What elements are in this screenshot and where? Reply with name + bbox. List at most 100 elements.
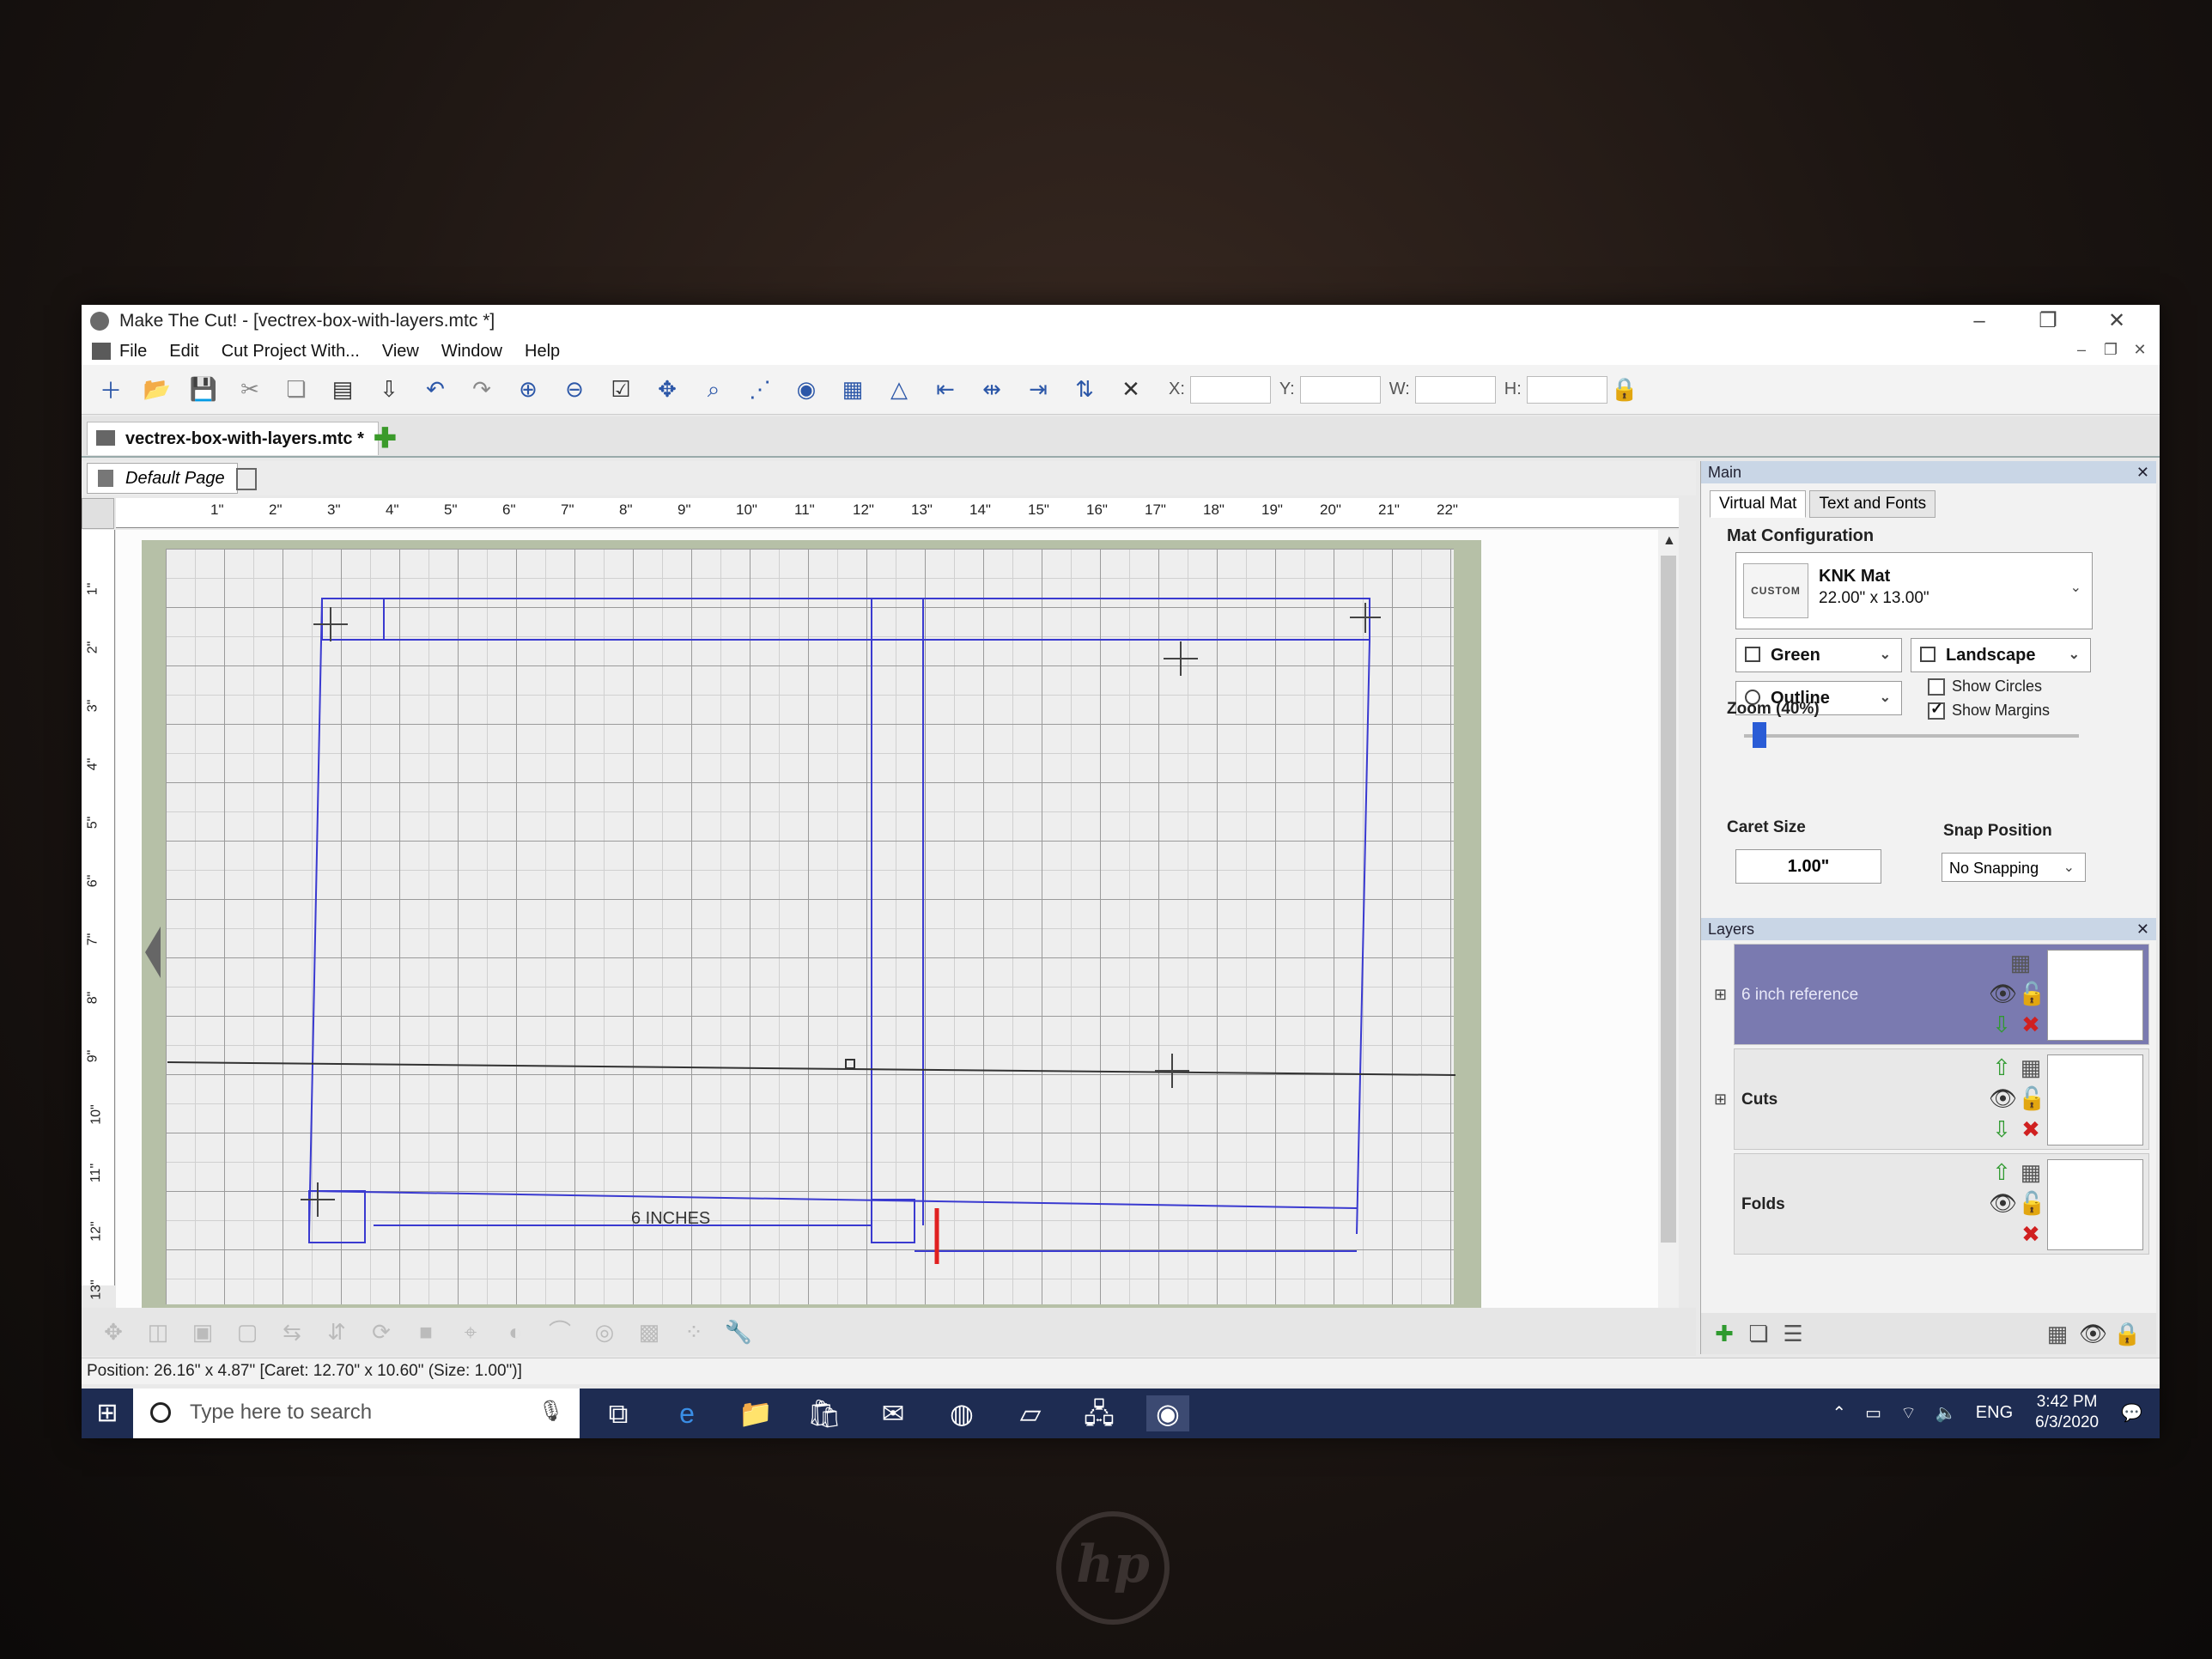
chrome-icon[interactable]: ◍ — [940, 1395, 983, 1431]
scroll-up-icon[interactable]: ▲ — [1662, 533, 1676, 549]
expand-icon[interactable]: ⊞ — [1714, 986, 1727, 1004]
offset-icon[interactable]: ◎ — [590, 1317, 619, 1346]
left-edge-path[interactable] — [308, 598, 323, 1235]
show-margins-checkbox[interactable]: Show Margins — [1928, 700, 2050, 720]
redo-icon[interactable]: ↷ — [465, 373, 499, 407]
lock-icon[interactable]: 🔓 — [2018, 981, 2045, 1006]
group-icon[interactable]: ▣ — [188, 1317, 217, 1346]
lock-icon[interactable]: 🔓 — [2018, 1085, 2045, 1111]
mdi-restore-button[interactable]: ❐ — [2096, 341, 2125, 359]
show-circles-box[interactable] — [1928, 678, 1945, 696]
move-up-icon[interactable]: ⇧ — [1989, 1159, 2014, 1185]
align-left-icon[interactable]: ⇤ — [928, 373, 963, 407]
canvas-area[interactable]: 6 INCHES ▲ ▼ — [116, 530, 1679, 1337]
delete-layer-icon[interactable]: ✖ — [2018, 1012, 2044, 1037]
ruler-corner[interactable] — [82, 498, 114, 529]
w-input[interactable] — [1414, 375, 1496, 404]
flip-horizontal-icon[interactable]: ⇆ — [277, 1317, 307, 1346]
paste-icon[interactable]: ▤ — [325, 373, 360, 407]
tray-chevron-up-icon[interactable]: ⌃ — [1832, 1402, 1846, 1424]
preview-icon[interactable]: ☑ — [604, 373, 638, 407]
bottom-flap-top-path[interactable] — [308, 1190, 1358, 1209]
add-document-icon[interactable]: ✚ — [374, 424, 397, 452]
shadow-icon[interactable]: ◐ — [501, 1317, 530, 1346]
notifications-icon[interactable]: 💬 — [2121, 1402, 2142, 1424]
clock[interactable]: 3:42 PM 6/3/2020 — [2035, 1392, 2099, 1433]
windows-start-icon[interactable]: ⊞ — [82, 1389, 133, 1438]
mdi-close-button[interactable]: ✕ — [2125, 341, 2154, 359]
tab-text-and-fonts[interactable]: Text and Fonts — [1809, 490, 1936, 518]
delete-layer-icon[interactable]: ✖ — [2018, 1221, 2044, 1247]
import-icon[interactable]: ⇩ — [372, 373, 406, 407]
delete-layer-icon[interactable]: ✖ — [2018, 1116, 2044, 1142]
node-edit-icon[interactable]: ⋰ — [743, 373, 777, 407]
lock-icon[interactable]: 🔓 — [2018, 1190, 2045, 1216]
h-input[interactable] — [1526, 375, 1607, 404]
top-mid-tab-path[interactable] — [871, 598, 924, 641]
open-folder-icon[interactable]: 📂 — [140, 373, 174, 407]
pointer-tool-icon[interactable]: ✥ — [99, 1317, 128, 1346]
orientation-select[interactable]: Landscape ⌄ — [1911, 638, 2091, 672]
zoom-out-icon[interactable]: ⊖ — [557, 373, 592, 407]
six-inch-label[interactable]: 6 INCHES — [631, 1209, 710, 1228]
art-icon[interactable]: ◉ — [789, 373, 823, 407]
layer-properties-icon[interactable]: ☰ — [1780, 1321, 1806, 1346]
copy-icon[interactable]: ❏ — [279, 373, 313, 407]
add-page-icon[interactable] — [236, 468, 257, 490]
rotate-icon[interactable]: ⟳ — [367, 1317, 396, 1346]
restore-button[interactable]: ❐ — [2014, 305, 2082, 337]
save-icon[interactable]: 💾 — [186, 373, 221, 407]
align-center-icon[interactable]: ⇹ — [975, 373, 1009, 407]
zoom-in-icon[interactable]: ⊕ — [511, 373, 545, 407]
show-margins-box[interactable] — [1928, 700, 1945, 720]
menu-help[interactable]: Help — [525, 342, 560, 362]
align-right-icon[interactable]: ⇥ — [1021, 373, 1055, 407]
document-tab[interactable]: vectrex-box-with-layers.mtc * — [87, 422, 379, 455]
top-flap-path[interactable] — [321, 598, 1370, 641]
language-indicator[interactable]: ENG — [1976, 1403, 2013, 1423]
zoom-fit-icon[interactable]: ⌕ — [696, 373, 731, 407]
design-canvas[interactable]: 6 INCHES — [116, 530, 1679, 1337]
undo-icon[interactable]: ↶ — [418, 373, 453, 407]
task-view-icon[interactable]: ⧉ — [597, 1395, 640, 1431]
zoom-slider-track[interactable] — [1744, 734, 2079, 738]
microphone-icon[interactable]: 🎙 — [538, 1399, 564, 1424]
lock-ratio-icon[interactable]: 🔒 — [1607, 373, 1642, 407]
show-circles-checkbox[interactable]: Show Circles — [1928, 678, 2042, 696]
move-down-icon[interactable]: ⇩ — [1989, 1012, 2014, 1037]
mdi-minimize-button[interactable]: – — [2067, 341, 2096, 359]
select-tool-icon[interactable]: ✥ — [650, 373, 684, 407]
battery-icon[interactable]: ▭ — [1865, 1402, 1881, 1424]
close-small-icon[interactable]: ✕ — [1114, 373, 1148, 407]
wrench-icon[interactable]: 🔧 — [724, 1317, 753, 1346]
layer-grid-icon[interactable]: ▦ — [2008, 950, 2033, 975]
volume-icon[interactable]: 🔈 — [1936, 1402, 1957, 1424]
trace-icon[interactable]: ⌖ — [456, 1317, 485, 1346]
layer-grid-icon[interactable]: ▦ — [2018, 1159, 2044, 1185]
lock-all-icon[interactable]: 🔒 — [2113, 1321, 2141, 1346]
document-menu-icon[interactable] — [92, 343, 111, 360]
snap-position-select[interactable]: No Snapping ⌄ — [1942, 853, 2086, 882]
move-down-icon[interactable]: ⇩ — [1989, 1116, 2014, 1142]
store-icon[interactable]: 🛍 — [803, 1395, 846, 1431]
duplicate-layer-icon[interactable]: ❏ — [1746, 1321, 1771, 1346]
zoom-slider-thumb[interactable] — [1753, 722, 1766, 748]
mat-color-select[interactable]: Green ⌄ — [1735, 638, 1902, 672]
layer-grid-icon[interactable]: ▦ — [2018, 1054, 2044, 1080]
layer-row-cuts[interactable]: ⊞ Cuts ⇧ ▦ 👁 🔓 ⇩ ✖ — [1714, 1048, 2149, 1150]
sort-icon[interactable]: ⇅ — [1067, 373, 1102, 407]
layer-row-folds[interactable]: Folds ⇧ ▦ 👁 🔓 ✖ — [1734, 1153, 2149, 1255]
right-edge-path[interactable] — [1356, 639, 1370, 1235]
weld-icon[interactable]: ◫ — [143, 1317, 173, 1346]
show-all-eye-icon[interactable]: 👁 — [2079, 1321, 2107, 1346]
close-button[interactable]: ✕ — [2082, 305, 2151, 337]
pattern-fill-icon[interactable]: ▩ — [635, 1317, 664, 1346]
canvas-vertical-scrollbar[interactable]: ▲ ▼ — [1658, 530, 1679, 1337]
fill-icon[interactable]: ■ — [411, 1317, 441, 1346]
expand-icon[interactable]: ⊞ — [1714, 1091, 1727, 1109]
wifi-icon[interactable]: ⌔ — [1900, 1402, 1917, 1424]
flip-vertical-icon[interactable]: ⇵ — [322, 1317, 351, 1346]
mail-icon[interactable]: ✉ — [872, 1395, 915, 1431]
grid-icon[interactable]: ▦ — [836, 373, 870, 407]
cut-icon[interactable]: ✂ — [233, 373, 267, 407]
